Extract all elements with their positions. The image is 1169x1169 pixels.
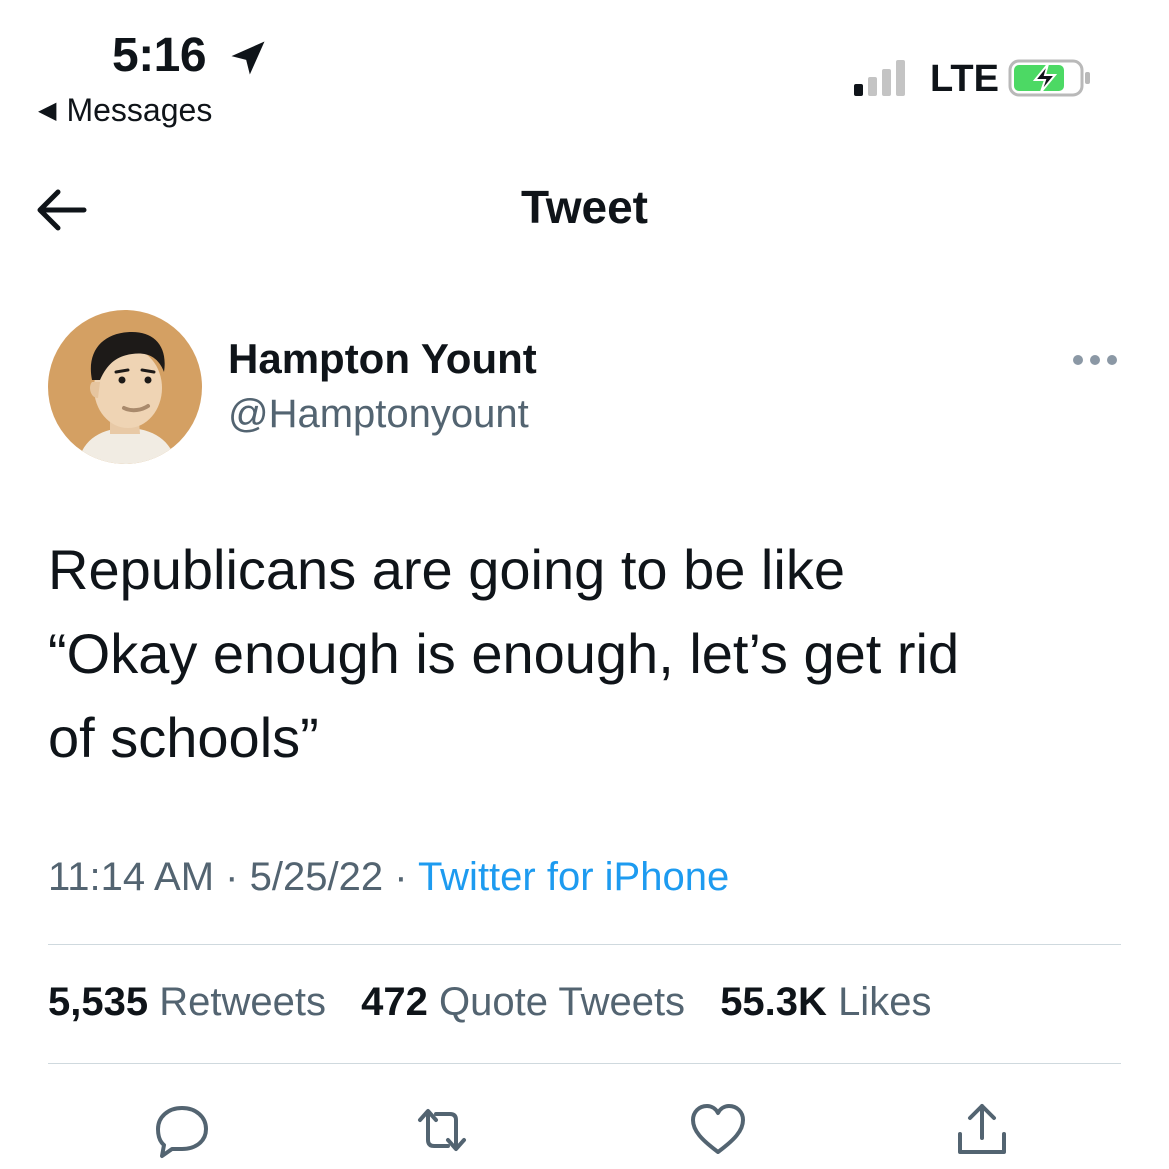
- tweet-source-link[interactable]: Twitter for iPhone: [418, 855, 729, 899]
- meta-separator: ·: [225, 855, 239, 899]
- divider: [48, 944, 1121, 945]
- divider: [48, 1063, 1121, 1064]
- back-triangle-icon: ◀: [38, 97, 57, 124]
- author-handle[interactable]: @Hamptonyount: [228, 392, 529, 437]
- quote-tweets-stat[interactable]: 472 Quote Tweets: [361, 980, 696, 1024]
- more-options-icon[interactable]: [1070, 345, 1120, 375]
- quote-tweets-label: Quote Tweets: [438, 980, 686, 1024]
- back-to-messages[interactable]: ◀ Messages: [38, 92, 212, 129]
- network-type: LTE: [930, 58, 999, 100]
- like-icon[interactable]: [688, 1100, 748, 1160]
- tweet-time: 11:14 AM: [48, 855, 215, 899]
- retweets-count: 5,535: [48, 980, 149, 1024]
- share-icon[interactable]: [952, 1100, 1012, 1160]
- meta-separator: ·: [394, 855, 408, 899]
- tweet-screen: 5:16 ◀ Messages LTE Tweet Hampton Yount: [0, 0, 1169, 1169]
- status-time: 5:16: [112, 29, 207, 82]
- quote-tweets-count: 472: [361, 980, 428, 1024]
- likes-label: Likes: [838, 980, 932, 1024]
- likes-stat[interactable]: 55.3K Likes: [720, 980, 931, 1024]
- tweet-meta: 11:14 AM · 5/25/22 · Twitter for iPhone: [48, 855, 729, 900]
- retweet-icon[interactable]: [412, 1100, 472, 1160]
- retweets-label: Retweets: [159, 980, 326, 1024]
- reply-icon[interactable]: [152, 1100, 212, 1160]
- likes-count: 55.3K: [720, 980, 827, 1024]
- tweet-date: 5/25/22: [249, 855, 384, 899]
- location-arrow-icon: [231, 41, 265, 75]
- author-name[interactable]: Hampton Yount: [228, 335, 537, 383]
- back-app-label: Messages: [66, 92, 213, 128]
- tweet-text: Republicans are going to be like “Okay e…: [48, 538, 960, 769]
- battery-charging-icon: [1008, 59, 1090, 97]
- retweets-stat[interactable]: 5,535 Retweets: [48, 980, 337, 1024]
- tweet-stats: 5,535 Retweets 472 Quote Tweets 55.3K Li…: [48, 980, 955, 1025]
- avatar[interactable]: [48, 310, 202, 464]
- signal-bars-icon: [854, 60, 905, 96]
- page-title: Tweet: [521, 181, 648, 233]
